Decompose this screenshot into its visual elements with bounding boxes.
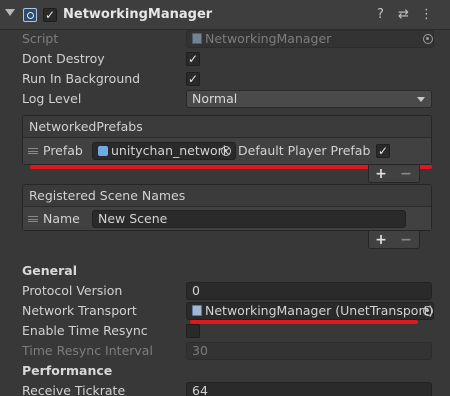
remove-prefab-button[interactable]: − bbox=[396, 165, 416, 183]
networked-prefabs-list: NetworkedPrefabs Prefab unitychan_networ… bbox=[22, 115, 432, 165]
name-label: Name bbox=[43, 211, 80, 226]
dont-destroy-label: Dont Destroy bbox=[22, 51, 105, 66]
scene-name-element: Name New Scene bbox=[23, 207, 431, 230]
scene-names-footer: + − bbox=[368, 231, 420, 249]
scene-name-input[interactable]: New Scene bbox=[92, 210, 406, 228]
foldout-arrow-icon[interactable] bbox=[5, 9, 15, 16]
protocol-version-input[interactable]: 0 bbox=[186, 282, 432, 300]
add-prefab-button[interactable]: + bbox=[371, 165, 391, 183]
drag-handle-icon[interactable] bbox=[28, 216, 38, 222]
script-field: NetworkingManager bbox=[186, 30, 434, 48]
dont-destroy-checkbox[interactable]: ✓ bbox=[186, 52, 200, 66]
networked-prefabs-header[interactable]: NetworkedPrefabs bbox=[23, 116, 431, 138]
network-transport-value: NetworkingManager (UnetTransport) bbox=[205, 303, 434, 318]
context-menu-icon[interactable]: ⋮ bbox=[420, 7, 433, 23]
prefab-value: unitychan_network bbox=[111, 143, 231, 158]
script-value: NetworkingManager bbox=[205, 31, 332, 46]
default-player-prefab-checkbox[interactable]: ✓ bbox=[376, 144, 390, 158]
drag-handle-icon[interactable] bbox=[28, 148, 38, 154]
add-scene-button[interactable]: + bbox=[371, 231, 391, 249]
script-component-icon bbox=[23, 8, 37, 22]
network-transport-field[interactable]: NetworkingManager (UnetTransport) bbox=[186, 302, 434, 320]
script-asset-icon bbox=[192, 33, 202, 44]
enable-time-resync-checkbox[interactable] bbox=[186, 324, 200, 338]
registered-scene-names-list: Registered Scene Names Name New Scene bbox=[22, 184, 432, 231]
component-header: ✓ NetworkingManager ? ⇄ ⋮ bbox=[0, 0, 450, 30]
networked-prefab-element: Prefab unitychan_network Default Player … bbox=[23, 138, 431, 164]
transport-object-icon bbox=[192, 305, 202, 316]
receive-tickrate-label: Receive Tickrate bbox=[22, 383, 126, 396]
receive-tickrate-input[interactable]: 64 bbox=[186, 382, 432, 396]
script-object-picker-icon bbox=[423, 34, 433, 44]
remove-scene-button[interactable]: − bbox=[396, 231, 416, 249]
prefab-object-picker-icon[interactable] bbox=[221, 146, 231, 156]
general-section-header: General bbox=[22, 263, 77, 278]
component-title: NetworkingManager bbox=[63, 7, 213, 22]
run-in-background-label: Run In Background bbox=[22, 71, 141, 86]
preset-icon[interactable]: ⇄ bbox=[398, 7, 409, 23]
transport-object-picker-icon[interactable] bbox=[423, 306, 433, 316]
help-icon[interactable]: ? bbox=[377, 7, 384, 23]
default-player-prefab-label: Default Player Prefab bbox=[238, 143, 371, 158]
performance-section-header: Performance bbox=[22, 363, 113, 378]
chevron-down-icon bbox=[417, 97, 425, 102]
time-resync-interval-label: Time Resync Interval bbox=[22, 343, 153, 358]
prefab-field[interactable]: unitychan_network bbox=[92, 142, 236, 160]
run-in-background-checkbox[interactable]: ✓ bbox=[186, 72, 200, 86]
protocol-version-label: Protocol Version bbox=[22, 283, 123, 298]
script-label: Script bbox=[22, 31, 59, 46]
component-enabled-checkbox[interactable]: ✓ bbox=[43, 8, 57, 22]
networked-prefabs-footer: + − bbox=[368, 165, 420, 183]
enable-time-resync-label: Enable Time Resync bbox=[22, 323, 148, 338]
prefab-asset-icon bbox=[98, 146, 108, 156]
network-transport-label: Network Transport bbox=[22, 303, 137, 318]
highlight-annotation bbox=[190, 320, 418, 324]
registered-scene-names-header[interactable]: Registered Scene Names bbox=[23, 185, 431, 207]
log-level-label: Log Level bbox=[22, 91, 82, 106]
log-level-dropdown[interactable]: Normal bbox=[186, 90, 432, 108]
prefab-label: Prefab bbox=[43, 143, 83, 158]
log-level-value: Normal bbox=[192, 91, 238, 106]
time-resync-interval-input: 30 bbox=[186, 342, 432, 360]
